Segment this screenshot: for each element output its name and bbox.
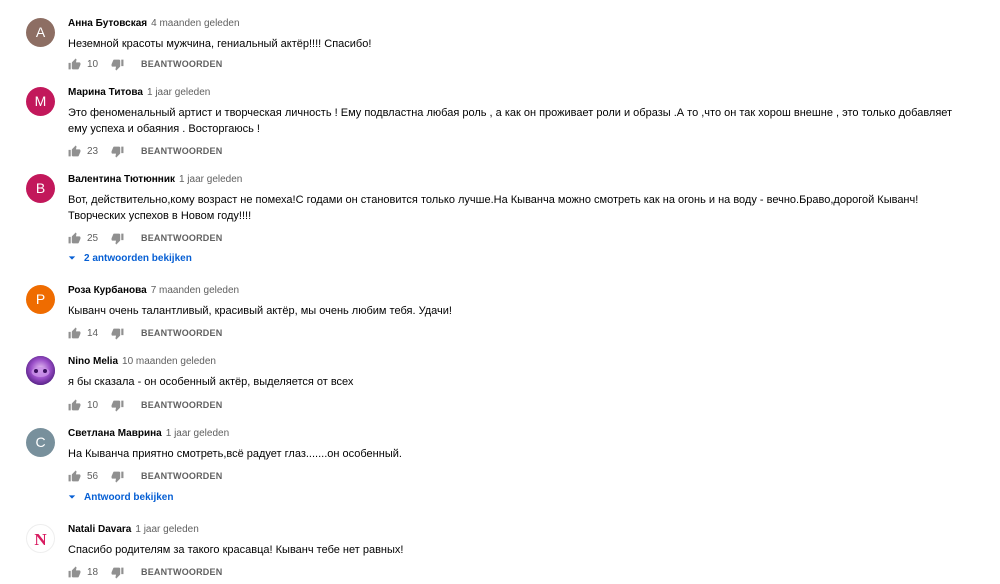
caret-down-icon	[68, 254, 76, 262]
thumbs-up-icon[interactable]	[68, 470, 81, 483]
comment-actions: 25 BEANTWOORDEN	[68, 230, 222, 246]
comment-actions: 10 BEANTWOORDEN	[68, 397, 222, 413]
avatar[interactable]: M	[26, 87, 55, 116]
comment-header: Nino Melia 10 maanden geleden	[68, 356, 970, 368]
like-count: 56	[87, 470, 99, 482]
like-count: 23	[87, 145, 99, 157]
comment-timestamp[interactable]: 1 jaar geleden	[179, 174, 242, 185]
avatar[interactable]: A	[26, 18, 55, 47]
reply-button[interactable]: BEANTWOORDEN	[141, 146, 222, 156]
view-replies-button[interactable]: 2 antwoorden bekijken	[68, 250, 192, 266]
avatar[interactable]: C	[26, 428, 55, 457]
thumbs-up-icon[interactable]	[68, 58, 81, 71]
thumbs-down-icon[interactable]	[111, 327, 124, 340]
avatar[interactable]: B	[26, 174, 55, 203]
comment-text: я бы сказала - он особенный актёр, выдел…	[68, 376, 354, 388]
comment-text: Это феноменальный артист и творческая ли…	[68, 107, 953, 135]
comment-body: Nino Melia 10 maanden geleden я бы сказала…	[68, 356, 970, 390]
thumbs-down-icon[interactable]	[111, 470, 124, 483]
comment-header: Валентина Тютюнник 1 jaar geleden	[68, 174, 970, 186]
comment-timestamp[interactable]: 1 jaar geleden	[135, 524, 198, 535]
comment-text: На Кыванча приятно смотреть,всё радует г…	[68, 448, 402, 460]
thumbs-down-icon[interactable]	[111, 58, 124, 71]
like-count: 10	[87, 58, 99, 70]
comment-header: Марина Титова 1 jaar geleden	[68, 87, 970, 99]
author-name[interactable]: Анна Бутовская	[68, 18, 147, 29]
author-name[interactable]: Марина Титова	[68, 87, 143, 98]
comment-body: Роза Курбанова 7 maanden geleden Кыванч оч…	[68, 285, 970, 319]
author-name[interactable]: Роза Курбанова	[68, 285, 147, 296]
avatar[interactable]: N	[26, 524, 55, 553]
like-count: 10	[87, 399, 99, 411]
author-name[interactable]: Светлана Маврина	[68, 428, 162, 439]
comment-text: Спасибо родителям за такого красавца! Кы…	[68, 544, 404, 556]
reply-button[interactable]: BEANTWOORDEN	[141, 471, 222, 481]
thumbs-down-icon[interactable]	[111, 566, 124, 579]
view-replies-button[interactable]: Antwoord bekijken	[68, 489, 173, 505]
like-count: 25	[87, 232, 99, 244]
reply-button[interactable]: BEANTWOORDEN	[141, 567, 222, 577]
thumbs-down-icon[interactable]	[111, 232, 124, 245]
view-replies-label: Antwoord bekijken	[84, 491, 174, 503]
comment-header: Светлана Маврина 1 jaar geleden	[68, 428, 970, 440]
reply-button[interactable]: BEANTWOORDEN	[141, 233, 222, 243]
avatar[interactable]: P	[26, 285, 55, 314]
comment-text: Вот, действительно,кому возраст не помех…	[68, 194, 919, 222]
comment-header: Анна Бутовская 4 maanden geleden	[68, 18, 970, 30]
comment-body: Светлана Маврина 1 jaar geleden На Кыванча…	[68, 428, 970, 462]
thumbs-up-icon[interactable]	[68, 232, 81, 245]
reply-button[interactable]: BEANTWOORDEN	[141, 59, 222, 69]
comment-timestamp[interactable]: 7 maanden geleden	[151, 285, 239, 296]
caret-down-icon	[68, 493, 76, 501]
thumbs-down-icon[interactable]	[111, 145, 124, 158]
author-name[interactable]: Nino Melia	[68, 356, 118, 367]
author-name[interactable]: Natali Davara	[68, 524, 131, 535]
comment-timestamp[interactable]: 1 jaar geleden	[147, 87, 210, 98]
comment-timestamp[interactable]: 10 maanden geleden	[122, 356, 216, 367]
like-count: 18	[87, 566, 99, 578]
comment-body: Анна Бутовская 4 maanden geleden Неземной …	[68, 18, 970, 52]
author-name[interactable]: Валентина Тютюнник	[68, 174, 175, 185]
thumbs-up-icon[interactable]	[68, 327, 81, 340]
avatar[interactable]	[26, 356, 55, 385]
view-replies-label: 2 antwoorden bekijken	[84, 252, 192, 264]
comment-header: Роза Курбанова 7 maanden geleden	[68, 285, 970, 297]
reply-button[interactable]: BEANTWOORDEN	[141, 328, 222, 338]
thumbs-up-icon[interactable]	[68, 566, 81, 579]
thumbs-up-icon[interactable]	[68, 399, 81, 412]
comment-timestamp[interactable]: 1 jaar geleden	[166, 428, 229, 439]
comment-actions: 23 BEANTWOORDEN	[68, 143, 222, 159]
thumbs-down-icon[interactable]	[111, 399, 124, 412]
comment-actions: 56 BEANTWOORDEN	[68, 468, 222, 484]
comment-body: Валентина Тютюнник 1 jaar geleden Вот, дей…	[68, 174, 970, 224]
reply-button[interactable]: BEANTWOORDEN	[141, 400, 222, 410]
comment-actions: 14 BEANTWOORDEN	[68, 325, 222, 341]
comment-actions: 10 BEANTWOORDEN	[68, 56, 222, 72]
comment-body: Марина Титова 1 jaar geleden Это феноменал…	[68, 87, 970, 137]
comment-actions: 18 BEANTWOORDEN	[68, 564, 222, 580]
comment-header: Natali Davara 1 jaar geleden	[68, 524, 970, 536]
comment-text: Неземной красоты мужчина, гениальный акт…	[68, 38, 372, 50]
comment-body: Natali Davara 1 jaar geleden Спасибо родит…	[68, 524, 970, 558]
comment-text: Кыванч очень талантливый, красивый актёр…	[68, 305, 452, 317]
thumbs-up-icon[interactable]	[68, 145, 81, 158]
like-count: 14	[87, 327, 99, 339]
comment-timestamp[interactable]: 4 maanden geleden	[151, 18, 239, 29]
comments-section: A Анна Бутовская 4 maanden geleden Неземной…	[0, 0, 1000, 578]
